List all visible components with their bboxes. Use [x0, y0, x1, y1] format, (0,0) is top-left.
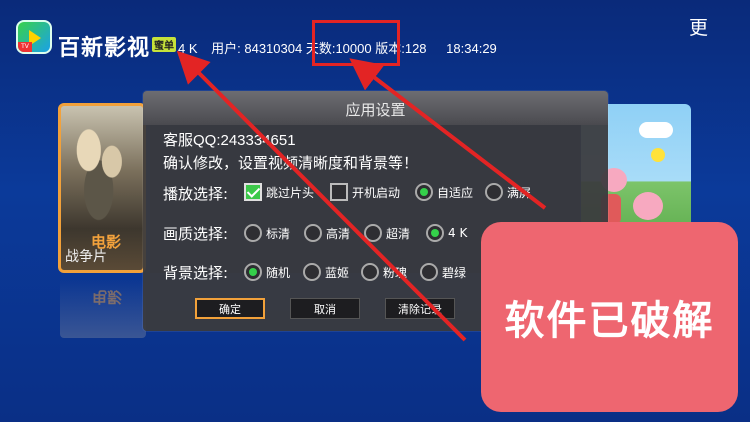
autostart-option[interactable]: 开机启动 — [330, 183, 400, 201]
quality-fhd-option[interactable]: 超清 — [364, 224, 410, 242]
skip-intro-checkbox[interactable] — [244, 183, 262, 201]
app-title: 百新影视 — [58, 36, 151, 61]
clear-history-button[interactable]: 清除记录 — [385, 298, 455, 319]
bg-blue-radio[interactable] — [303, 263, 321, 281]
dialog-titlebar: 应用设置 — [143, 91, 608, 125]
bg-pink-option[interactable]: 粉瑰 — [361, 263, 407, 281]
poster-reflection-caption: 电影 — [92, 288, 123, 306]
quality-hd-radio[interactable] — [304, 224, 322, 242]
play-row-label: 播放选择: — [163, 185, 229, 203]
quality-indicator: 4 K — [178, 41, 198, 56]
settings-hint: 确认修改，设置视频清晰度和背景等！ — [163, 154, 419, 172]
fullscreen-option[interactable]: 满屏 — [485, 183, 531, 201]
dialog-title: 应用设置 — [345, 101, 406, 119]
quality-4k-radio[interactable] — [426, 224, 444, 242]
quality-sd-radio[interactable] — [244, 224, 262, 242]
adaptive-radio[interactable] — [415, 183, 433, 201]
quality-hd-option[interactable]: 高清 — [304, 224, 350, 242]
bg-green-radio[interactable] — [420, 263, 438, 281]
confirm-button[interactable]: 确定 — [195, 298, 265, 319]
vip-badge: 蜜单 — [152, 37, 176, 52]
bg-random-option[interactable]: 随机 — [244, 263, 290, 281]
user-id: 用户: 84310304 — [211, 41, 303, 56]
bg-blue-option[interactable]: 蓝姬 — [303, 263, 349, 281]
poster-subtitle: 战争片 — [65, 249, 107, 265]
bg-random-radio[interactable] — [244, 263, 262, 281]
fullscreen-radio[interactable] — [485, 183, 503, 201]
autostart-checkbox[interactable] — [330, 183, 348, 201]
bg-green-option[interactable]: 碧绿 — [420, 263, 466, 281]
quality-sd-option[interactable]: 标清 — [244, 224, 290, 242]
movie-poster-left[interactable]: 电影 战争片 — [58, 103, 146, 273]
service-qq: 客服QQ:243334651 — [163, 132, 296, 149]
sun-icon — [651, 148, 665, 162]
bg-pink-radio[interactable] — [361, 263, 379, 281]
background-row-label: 背景选择: — [163, 264, 229, 282]
days-highlight-box — [312, 20, 400, 66]
adaptive-option[interactable]: 自适应 — [415, 183, 473, 201]
quality-fhd-radio[interactable] — [364, 224, 382, 242]
clock: 18:34:29 — [446, 41, 497, 56]
app-logo-icon: TV — [16, 20, 52, 54]
cracked-banner-text: 软件已破解 — [504, 298, 715, 344]
logo-corner-label: TV — [18, 42, 32, 52]
skip-intro-option[interactable]: 跳过片头 — [244, 183, 314, 201]
more-button[interactable]: 更 — [689, 13, 708, 40]
quality-4k-option[interactable]: 4 K — [426, 224, 467, 242]
quality-row-label: 画质选择: — [163, 225, 229, 243]
cracked-banner: 软件已破解 — [481, 222, 738, 412]
cancel-button[interactable]: 取消 — [290, 298, 360, 319]
